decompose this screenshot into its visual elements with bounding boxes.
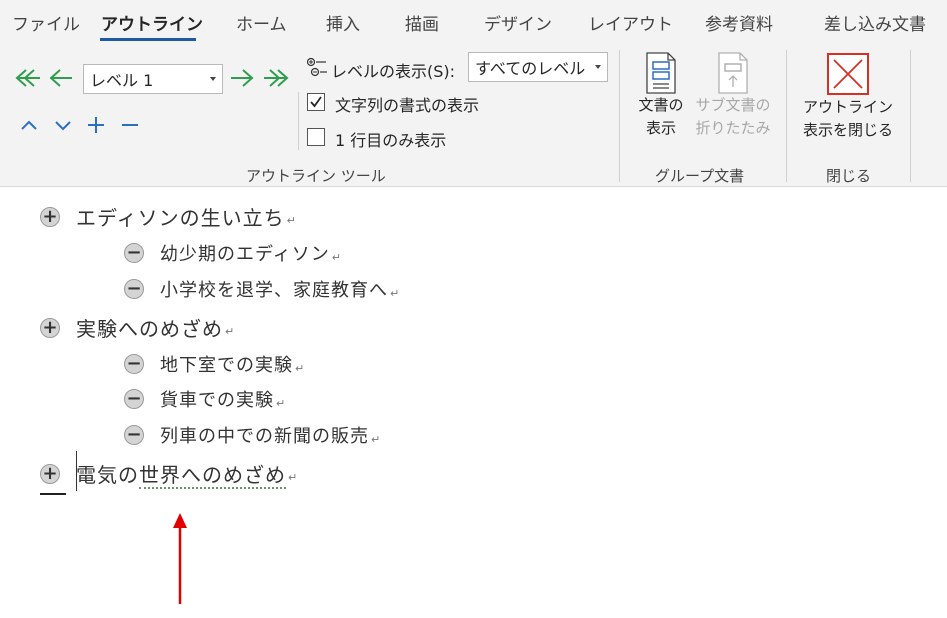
close-group-label: 閉じる <box>826 167 872 185</box>
tab-layout[interactable]: レイアウト <box>588 10 673 35</box>
paragraph-mark: ↵ <box>331 250 341 264</box>
move-down-icon <box>55 121 71 131</box>
show-document-button[interactable]: 文書の 表示 <box>630 52 692 140</box>
chevron-down-icon <box>210 77 216 81</box>
outline-tools-group-label: アウトライン ツール <box>246 167 386 185</box>
outline-heading-text-part1: 電気の <box>76 463 139 487</box>
paragraph-mark: ↵ <box>276 396 286 410</box>
outline-subheading-text: 幼少期のエディソン <box>160 244 330 265</box>
outline-item[interactable]: − 貨車での実験 ↵ <box>124 386 285 412</box>
close-outline-label-1: アウトライン <box>802 98 893 116</box>
ribbon-tab-bar: ファイル アウトライン ホーム 挿入 描画 デザイン レイアウト 参考資料 差し… <box>0 0 947 46</box>
tab-references[interactable]: 参考資料 <box>705 10 773 35</box>
move-up-button[interactable] <box>14 110 44 140</box>
annotation-arrow-icon <box>173 513 187 604</box>
outline-item[interactable]: − 列車の中での新聞の販売 ↵ <box>124 422 380 448</box>
outline-item[interactable]: + 実験へのめざめ ↵ <box>40 313 234 342</box>
paragraph-mark: ↵ <box>295 361 305 375</box>
expand-symbol-icon[interactable]: + <box>40 463 60 484</box>
paragraph-mark: ↵ <box>390 286 400 300</box>
move-up-icon <box>21 120 37 130</box>
demote-icon <box>231 69 254 87</box>
paragraph-mark: ↵ <box>371 432 381 446</box>
first-line-only-label: 1 行目のみ表示 <box>335 131 447 150</box>
promote-to-heading1-button[interactable] <box>13 63 43 93</box>
collapse-symbol-icon[interactable]: − <box>124 243 144 263</box>
outline-item[interactable]: − 小学校を退学、家庭教育へ ↵ <box>124 276 399 302</box>
checkmark-icon <box>310 96 322 108</box>
group-separator <box>786 50 787 182</box>
outline-level-combo[interactable]: レベル 1 <box>83 64 223 94</box>
ribbon: レベル 1 レベルの表示(S): すべてのレベル 文字列の書式の表示 1 行目の… <box>0 46 947 187</box>
outline-heading-text: エディソンの生い立ち <box>76 206 285 230</box>
show-formatting-label: 文字列の書式の表示 <box>335 96 480 115</box>
show-formatting-checkbox[interactable] <box>307 93 325 111</box>
tab-draw[interactable]: 描画 <box>405 10 439 35</box>
expand-button[interactable] <box>81 110 111 140</box>
symbol-underline <box>40 493 66 495</box>
show-document-label-1: 文書の <box>638 96 684 114</box>
collapse-subdocuments-button[interactable]: サブ文書の 折りたたみ <box>692 52 774 140</box>
outline-subheading-text: 列車の中での新聞の販売 <box>160 426 369 447</box>
promote-button[interactable] <box>46 63 76 93</box>
paragraph-mark: ↵ <box>288 471 298 484</box>
close-outline-icon <box>827 53 869 95</box>
first-line-only-checkbox[interactable] <box>307 128 325 146</box>
tab-home[interactable]: ホーム <box>236 10 287 35</box>
demote-to-body-button[interactable] <box>261 63 291 93</box>
collapse-symbol-icon[interactable]: − <box>124 354 144 374</box>
outline-level-value: レベル 1 <box>90 71 154 90</box>
outline-item[interactable]: + エディソンの生い立ち ↵ <box>40 202 296 231</box>
show-document-label-2: 表示 <box>645 119 676 137</box>
separator <box>298 92 299 150</box>
outline-item[interactable]: + 電気の世界へのめざめ ↵ <box>40 459 298 489</box>
outline-heading-text: 実験へのめざめ <box>76 317 223 341</box>
demote-to-body-icon <box>264 69 289 87</box>
master-document-group-label: グループ文書 <box>655 167 745 185</box>
outline-subheading-text: 小学校を退学、家庭教育へ <box>160 280 388 301</box>
show-level-icon <box>306 57 327 77</box>
outline-subheading-text: 地下室での実験 <box>160 355 293 376</box>
active-tab-indicator <box>100 38 196 41</box>
expand-symbol-icon[interactable]: + <box>40 317 60 338</box>
tab-insert[interactable]: 挿入 <box>326 10 360 35</box>
collapse-subdocuments-label-2: 折りたたみ <box>695 119 771 137</box>
show-document-icon <box>646 52 676 94</box>
text-cursor <box>76 451 77 491</box>
collapse-subdocuments-icon <box>718 52 748 94</box>
expand-symbol-icon[interactable]: + <box>40 206 60 227</box>
outline-item[interactable]: − 幼少期のエディソン ↵ <box>124 240 341 266</box>
show-level-label: レベルの表示(S): <box>331 62 456 81</box>
close-outline-view-button[interactable]: アウトライン 表示を閉じる <box>796 52 900 142</box>
collapse-icon <box>122 124 138 126</box>
tab-outline[interactable]: アウトライン <box>101 10 203 35</box>
expand-icon <box>88 117 104 133</box>
show-level-combo[interactable]: すべてのレベル <box>468 52 608 82</box>
tab-file[interactable]: ファイル <box>12 10 80 35</box>
collapse-symbol-icon[interactable]: − <box>124 389 144 409</box>
tab-mailings[interactable]: 差し込み文書 <box>824 10 926 35</box>
group-separator <box>910 50 911 182</box>
promote-icon <box>49 69 72 87</box>
promote-to-heading1-icon <box>15 69 40 87</box>
collapse-subdocuments-label-1: サブ文書の <box>695 96 771 114</box>
group-separator <box>619 50 620 182</box>
close-outline-label-2: 表示を閉じる <box>802 121 893 139</box>
chevron-down-icon <box>595 65 601 69</box>
collapse-symbol-icon[interactable]: − <box>124 425 144 445</box>
outline-item[interactable]: − 地下室での実験 ↵ <box>124 351 304 377</box>
outline-subheading-text: 貨車での実験 <box>160 390 274 411</box>
show-level-value: すべてのレベル <box>475 59 586 78</box>
collapse-button[interactable] <box>115 110 145 140</box>
outline-heading-text-part2: 世界へのめざめ <box>139 463 286 489</box>
demote-button[interactable] <box>227 63 257 93</box>
paragraph-mark: ↵ <box>225 325 235 338</box>
paragraph-mark: ↵ <box>286 214 296 227</box>
collapse-symbol-icon[interactable]: − <box>124 279 144 299</box>
tab-design[interactable]: デザイン <box>484 10 552 35</box>
outline-heading-text: 電気の世界へのめざめ <box>76 459 286 489</box>
move-down-button[interactable] <box>48 110 78 140</box>
